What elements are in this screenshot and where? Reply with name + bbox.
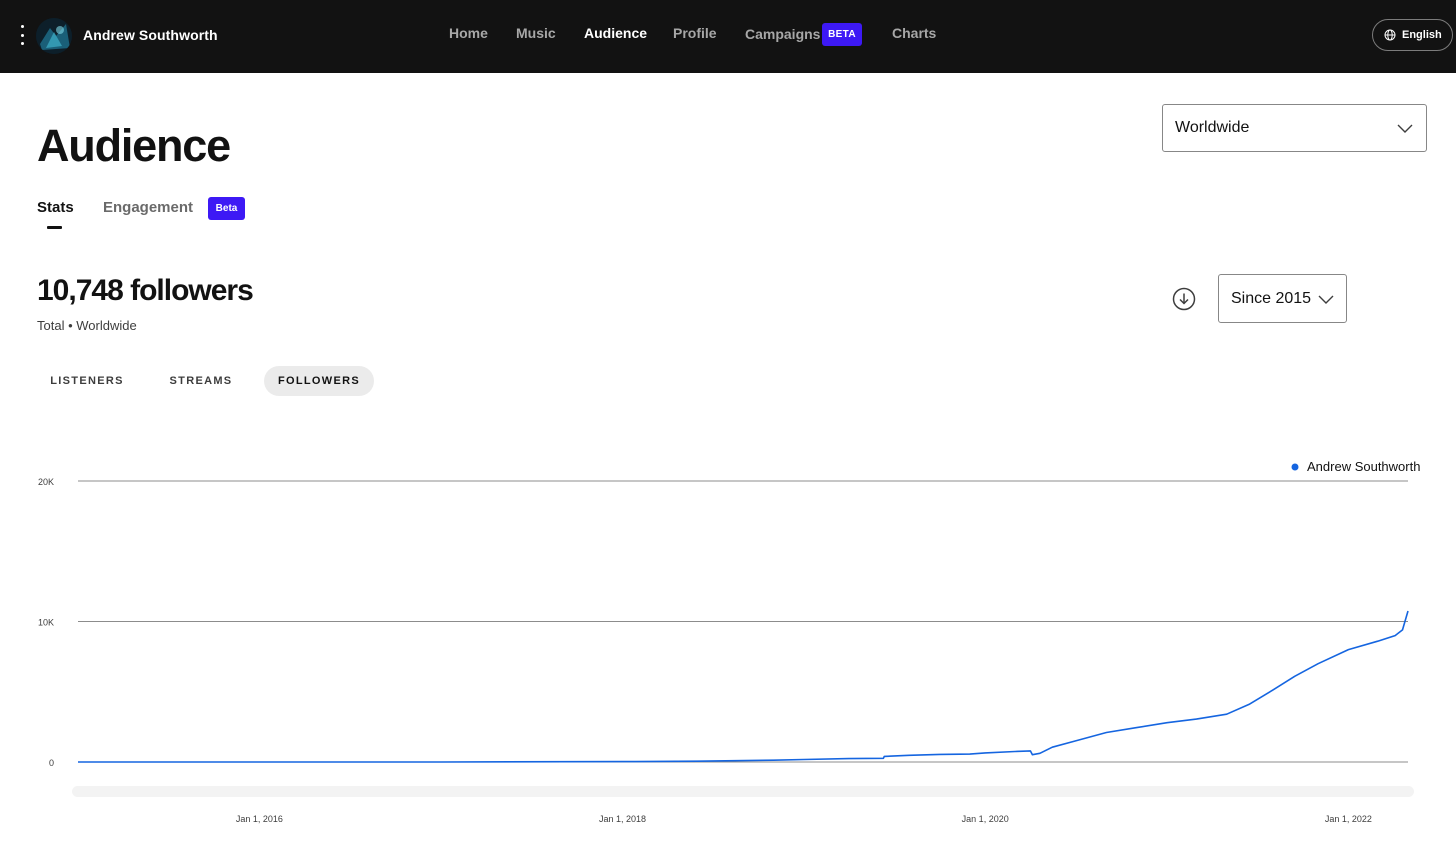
nav-charts[interactable]: Charts [892, 25, 936, 41]
engagement-beta-badge: Beta [208, 197, 245, 220]
page-title: Audience [37, 120, 231, 171]
chevron-down-icon [1397, 124, 1413, 133]
globe-icon [1384, 29, 1396, 41]
nav-audience[interactable]: Audience [584, 25, 647, 41]
legend-label: Andrew Southworth [1307, 459, 1420, 474]
x-tick-label: Jan 1, 2020 [962, 814, 1009, 824]
followers-chart: 0 10K 20K Jan 1, 2016 Jan 1, 2018 Jan 1, 2020… [0, 440, 1456, 849]
artist-name[interactable]: Andrew Southworth [83, 27, 218, 43]
region-dropdown[interactable]: Worldwide [1162, 104, 1427, 152]
x-tick-label: Jan 1, 2016 [236, 814, 283, 824]
campaigns-beta-badge: BETA [822, 23, 862, 46]
y-tick-label: 20K [38, 477, 54, 487]
tab-stats[interactable]: Stats [37, 199, 74, 216]
nav-home[interactable]: Home [449, 25, 488, 41]
active-tab-indicator [47, 226, 62, 229]
metric-tab-followers[interactable]: FOLLOWERS [264, 366, 374, 396]
top-navigation-bar: Andrew Southworth Home Music Audience Pr… [0, 0, 1456, 73]
kebab-menu-icon[interactable] [14, 22, 30, 48]
metric-tab-streams[interactable]: STREAMS [156, 366, 246, 396]
language-button[interactable]: English [1372, 19, 1453, 51]
followers-subtitle: Total • Worldwide [37, 318, 137, 333]
date-range-value: Since 2015 [1231, 289, 1312, 307]
region-dropdown-value: Worldwide [1175, 119, 1250, 136]
series-line-andrew-southworth [78, 610, 1409, 763]
nav-music[interactable]: Music [516, 25, 556, 41]
followers-line-chart: 0 10K 20K Jan 1, 2016 Jan 1, 2018 Jan 1, 2020… [38, 459, 1420, 824]
artist-avatar[interactable] [36, 18, 72, 54]
chart-scroll-track [72, 786, 1414, 797]
tab-engagement[interactable]: Engagement [103, 199, 193, 216]
x-tick-label: Jan 1, 2022 [1325, 814, 1372, 824]
chevron-down-icon [1318, 295, 1334, 304]
y-tick-label: 10K [38, 618, 54, 628]
nav-campaigns[interactable]: Campaigns [745, 26, 820, 42]
download-icon[interactable] [1172, 287, 1196, 311]
metric-tab-listeners[interactable]: LISTENERS [38, 366, 136, 396]
x-tick-label: Jan 1, 2018 [599, 814, 646, 824]
followers-total: 10,748 followers [37, 274, 254, 307]
language-label: English [1402, 29, 1442, 41]
date-range-dropdown[interactable]: Since 2015 [1218, 274, 1347, 323]
y-tick-label: 0 [49, 758, 54, 768]
nav-profile[interactable]: Profile [673, 25, 717, 41]
legend-marker [1291, 463, 1299, 471]
